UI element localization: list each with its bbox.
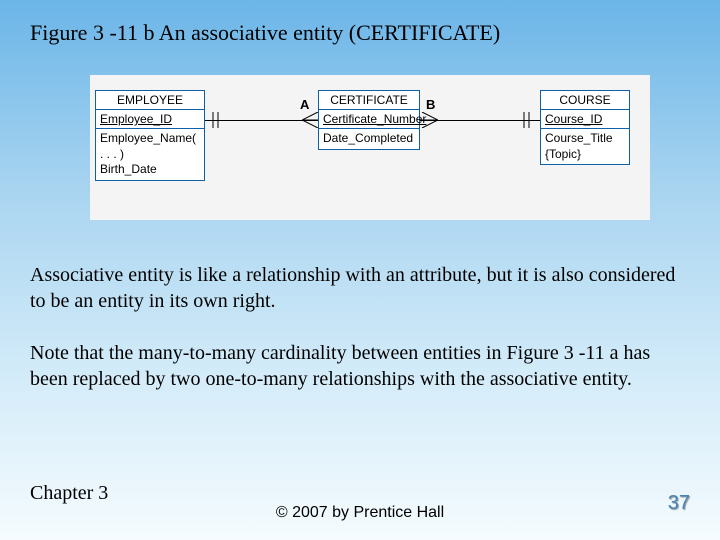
- entity-employee-name: EMPLOYEE: [96, 91, 204, 110]
- cardinality-many-icon: [302, 112, 320, 128]
- entity-employee-attrs: Employee_Name( . . . ) Birth_Date: [96, 129, 204, 180]
- entity-certificate-name: CERTIFICATE: [319, 91, 419, 110]
- attr-row: Course_Title: [545, 131, 625, 147]
- attr-row: Birth_Date: [100, 162, 200, 178]
- entity-employee-key: Employee_ID: [96, 110, 204, 129]
- entity-course-attrs: Course_Title {Topic}: [541, 129, 629, 164]
- cardinality-one-icon: [520, 112, 534, 128]
- attr-row: Employee_Name( . . . ): [100, 131, 200, 162]
- relationship-label-a: A: [300, 97, 309, 112]
- relationship-label-b: B: [426, 97, 435, 112]
- entity-certificate-key: Certificate_Number: [319, 110, 419, 129]
- paragraph-1: Associative entity is like a relationshi…: [30, 262, 690, 314]
- paragraph-2: Note that the many-to-many cardinality b…: [30, 340, 690, 392]
- cardinality-many-icon: [420, 112, 438, 128]
- cardinality-one-icon: [209, 112, 223, 128]
- attr-row: Date_Completed: [323, 131, 415, 147]
- entity-certificate: CERTIFICATE Certificate_Number Date_Comp…: [318, 90, 420, 150]
- attr-row: {Topic}: [545, 147, 625, 163]
- entity-course-key: Course_ID: [541, 110, 629, 129]
- entity-employee: EMPLOYEE Employee_ID Employee_Name( . . …: [95, 90, 205, 181]
- slide-title: Figure 3 -11 b An associative entity (CE…: [30, 20, 500, 46]
- entity-course: COURSE Course_ID Course_Title {Topic}: [540, 90, 630, 165]
- er-diagram: EMPLOYEE Employee_ID Employee_Name( . . …: [90, 75, 650, 220]
- footer-chapter: Chapter 3: [30, 482, 108, 505]
- entity-course-name: COURSE: [541, 91, 629, 110]
- entity-certificate-attrs: Date_Completed: [319, 129, 419, 149]
- footer-copyright: © 2007 by Prentice Hall: [0, 504, 720, 522]
- footer-page-number: 37: [668, 492, 690, 515]
